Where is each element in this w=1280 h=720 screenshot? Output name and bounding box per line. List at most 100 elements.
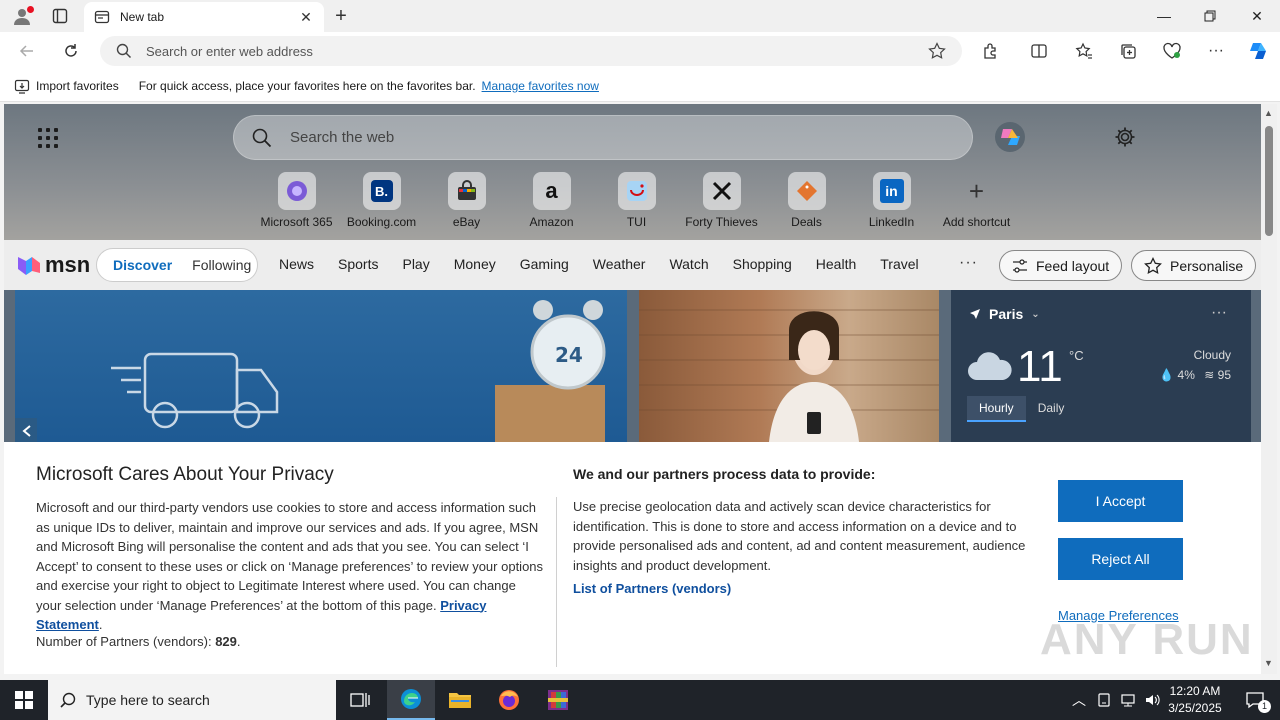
extensions-button[interactable] xyxy=(979,40,1003,62)
profile-alert-dot xyxy=(27,6,34,13)
feed-layout-button[interactable]: Feed layout xyxy=(999,250,1123,281)
scrollbar-thumb[interactable] xyxy=(1265,126,1273,236)
profile-button[interactable] xyxy=(8,4,36,28)
nav-weather[interactable]: Weather xyxy=(593,256,646,272)
nav-play[interactable]: Play xyxy=(402,256,429,272)
import-favorites-button[interactable]: Import favorites xyxy=(14,78,119,94)
split-screen-button[interactable] xyxy=(1027,40,1051,62)
reject-all-button[interactable]: Reject All xyxy=(1058,538,1183,580)
copilot-orb-icon[interactable] xyxy=(994,121,1026,153)
shortcut-deals[interactable]: Deals xyxy=(764,172,849,229)
taskbar-search-placeholder: Type here to search xyxy=(86,692,210,708)
taskbar-search-box[interactable]: Type here to search xyxy=(48,680,336,720)
weather-unit: °C xyxy=(1069,348,1084,363)
page-scrollbar[interactable]: ▲ ▼ xyxy=(1261,104,1277,674)
add-shortcut-button[interactable]: + Add shortcut xyxy=(934,172,1019,230)
manage-favorites-link[interactable]: Manage favorites now xyxy=(482,79,599,93)
shortcut-amazon[interactable]: a Amazon xyxy=(509,172,594,229)
featured-card-delivery[interactable]: 24 xyxy=(15,290,627,442)
weather-wind: 95 xyxy=(1217,368,1231,382)
period: . xyxy=(98,617,103,632)
start-button[interactable] xyxy=(0,680,48,720)
personalise-button[interactable]: Personalise xyxy=(1131,250,1257,281)
web-search-box[interactable]: Search the web xyxy=(233,115,973,160)
clock[interactable]: 12:20 AM 3/25/2025 xyxy=(1164,683,1226,717)
show-hidden-icons-icon[interactable]: ︿ xyxy=(1070,690,1088,710)
minimize-button[interactable]: — xyxy=(1141,0,1187,32)
weather-card[interactable]: Paris ⌄ ··· 11 °C Cloudy 💧 4% ≋ 95 Hourl… xyxy=(951,290,1251,442)
network-icon[interactable] xyxy=(1120,692,1136,708)
tab-following[interactable]: Following xyxy=(182,257,261,273)
refresh-button[interactable] xyxy=(58,39,84,63)
copilot-button[interactable] xyxy=(1246,40,1270,62)
weather-location[interactable]: Paris ⌄ xyxy=(969,306,1040,322)
volume-icon[interactable] xyxy=(1144,692,1160,708)
device-icon[interactable] xyxy=(1096,692,1112,708)
app-launcher-icon[interactable] xyxy=(38,128,58,148)
wind-icon: ≋ xyxy=(1204,368,1215,382)
more-categories-button[interactable]: ··· xyxy=(959,254,978,272)
msn-logo[interactable]: msn xyxy=(16,252,90,278)
clock-date: 3/25/2025 xyxy=(1168,701,1222,715)
address-bar[interactable]: Search or enter web address xyxy=(100,36,962,66)
shortcut-forty-thieves[interactable]: Forty Thieves xyxy=(679,172,764,229)
address-placeholder: Search or enter web address xyxy=(146,43,313,59)
tab-actions-button[interactable] xyxy=(46,4,74,28)
edge-taskbar-button[interactable] xyxy=(387,680,435,720)
nav-news[interactable]: News xyxy=(279,256,314,272)
tab-hourly[interactable]: Hourly xyxy=(967,396,1026,422)
weather-city: Paris xyxy=(989,306,1024,322)
back-button[interactable] xyxy=(14,39,40,63)
new-tab-button[interactable]: + xyxy=(330,5,352,27)
nav-shopping[interactable]: Shopping xyxy=(733,256,792,272)
collections-icon xyxy=(1121,44,1136,59)
collections-button[interactable] xyxy=(1116,40,1140,62)
weather-more-icon[interactable]: ··· xyxy=(1211,304,1227,322)
nav-health[interactable]: Health xyxy=(816,256,856,272)
featured-card-woman-phone[interactable] xyxy=(639,290,939,442)
nav-sports[interactable]: Sports xyxy=(338,256,378,272)
browser-tab[interactable]: New tab ✕ xyxy=(84,2,324,32)
accept-button[interactable]: I Accept xyxy=(1058,480,1183,522)
partners-count-line: Number of Partners (vendors): 829. xyxy=(36,634,241,649)
notification-count: 1 xyxy=(1258,700,1271,713)
firefox-button[interactable] xyxy=(485,680,533,720)
microsoft365-icon xyxy=(286,181,307,201)
favorite-star-icon[interactable] xyxy=(928,42,946,60)
shortcut-label: eBay xyxy=(452,215,481,229)
browser-essentials-button[interactable] xyxy=(1160,40,1184,62)
close-window-button[interactable]: ✕ xyxy=(1234,0,1280,32)
file-explorer-button[interactable] xyxy=(436,680,484,720)
favorites-bar: Import favorites For quick access, place… xyxy=(0,70,1280,102)
tab-discover[interactable]: Discover xyxy=(103,257,182,273)
restore-button[interactable] xyxy=(1187,0,1233,32)
tab-daily[interactable]: Daily xyxy=(1026,396,1077,422)
shortcut-tui[interactable]: TUI xyxy=(594,172,679,229)
ebay-icon xyxy=(457,180,476,200)
shortcut-ebay[interactable]: eBay xyxy=(424,172,509,229)
nav-money[interactable]: Money xyxy=(454,256,496,272)
extensions-icon xyxy=(984,43,996,59)
nav-gaming[interactable]: Gaming xyxy=(520,256,569,272)
scroll-up-arrow-icon[interactable]: ▲ xyxy=(1264,108,1273,118)
msn-nav-bar: msn Discover Following News Sports Play … xyxy=(4,240,1261,290)
settings-more-button[interactable]: ··· xyxy=(1204,40,1228,62)
list-of-partners-link[interactable]: List of Partners (vendors) xyxy=(573,581,731,596)
scroll-down-arrow-icon[interactable]: ▼ xyxy=(1264,658,1273,668)
shortcut-label: TUI xyxy=(626,215,647,229)
action-center-button[interactable]: 1 xyxy=(1232,680,1278,720)
task-view-button[interactable] xyxy=(336,680,384,720)
shortcut-booking[interactable]: B. Booking.com xyxy=(339,172,424,229)
shortcut-linkedin[interactable]: in LinkedIn xyxy=(849,172,934,229)
page-settings-gear-icon[interactable] xyxy=(1114,126,1136,148)
winrar-button[interactable] xyxy=(534,680,582,720)
shortcut-microsoft365[interactable]: Microsoft 365 xyxy=(254,172,339,229)
nav-watch[interactable]: Watch xyxy=(669,256,708,272)
tab-actions-icon xyxy=(52,8,68,24)
nav-travel[interactable]: Travel xyxy=(880,256,918,272)
favorites-button[interactable] xyxy=(1072,40,1096,62)
forecast-tabs: Hourly Daily xyxy=(967,396,1076,422)
data-processing-body: Use precise geolocation data and activel… xyxy=(573,499,1026,573)
booking-icon: B. xyxy=(370,180,393,202)
close-tab-icon[interactable]: ✕ xyxy=(298,9,314,25)
